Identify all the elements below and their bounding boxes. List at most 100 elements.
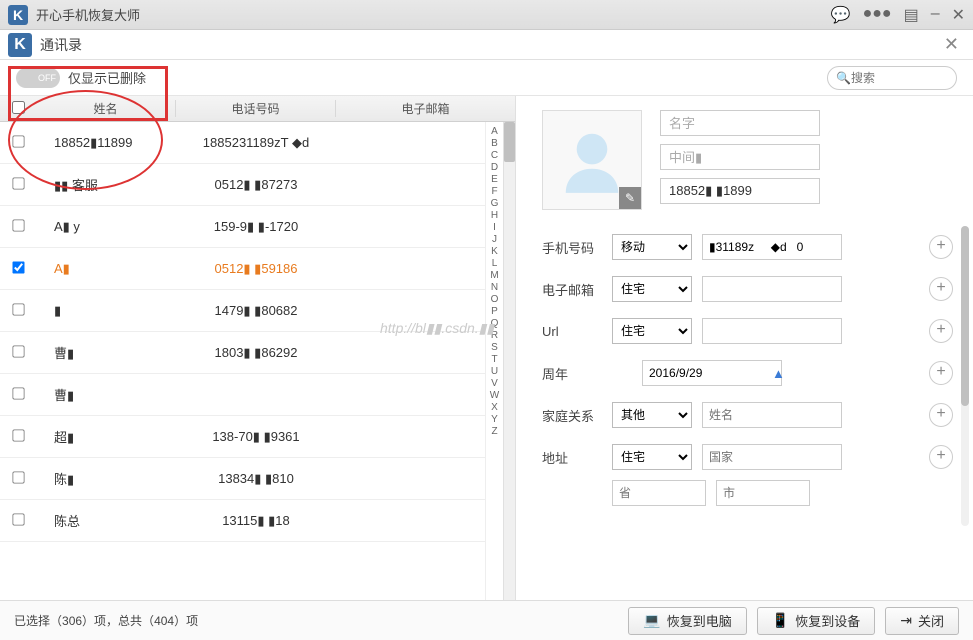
detail-scroll-thumb[interactable]: [961, 226, 969, 406]
family-type-select[interactable]: 其他: [612, 402, 692, 428]
az-letter[interactable]: F: [491, 186, 497, 197]
az-letter[interactable]: U: [491, 366, 498, 377]
add-url-button[interactable]: +: [929, 319, 953, 343]
row-phone: 13115▮ ▮18: [176, 513, 336, 529]
table-row[interactable]: A▮ y159-9▮ ▮-1720: [0, 206, 485, 248]
detail-panel: ✎ 手机号码 移动 + 电子邮箱 住宅 + Url: [516, 96, 973, 600]
az-letter[interactable]: T: [491, 354, 497, 365]
az-letter[interactable]: M: [490, 270, 498, 281]
az-letter[interactable]: D: [491, 162, 498, 173]
phone-type-select[interactable]: 移动: [612, 234, 692, 260]
email-value-input[interactable]: [702, 276, 842, 302]
phone-label: 手机号码: [542, 238, 602, 257]
table-row[interactable]: ▮1479▮ ▮80682: [0, 290, 485, 332]
table-row[interactable]: 超▮138-70▮ ▮9361: [0, 416, 485, 458]
row-checkbox[interactable]: [12, 219, 24, 231]
first-name-input[interactable]: [660, 110, 820, 136]
az-letter[interactable]: K: [491, 246, 498, 257]
date-stepper-icon[interactable]: ▲: [772, 366, 785, 381]
anniversary-date-input[interactable]: [642, 360, 782, 386]
last-name-input[interactable]: [660, 178, 820, 204]
table-row[interactable]: 陈▮13834▮ ▮810: [0, 458, 485, 500]
email-type-select[interactable]: 住宅: [612, 276, 692, 302]
az-letter[interactable]: V: [491, 378, 498, 389]
add-family-button[interactable]: +: [929, 403, 953, 427]
show-deleted-toggle[interactable]: OFF: [16, 68, 60, 88]
module-close-icon[interactable]: ✕: [938, 34, 965, 55]
table-row[interactable]: 18852▮118991885231189zT ◆d: [0, 122, 485, 164]
az-letter[interactable]: O: [491, 294, 499, 305]
address-type-select[interactable]: 住宅: [612, 444, 692, 470]
titlebar: K 开心手机恢复大师 💬 ●●● ▤ – ✕: [0, 0, 973, 30]
row-checkbox[interactable]: [12, 135, 24, 147]
az-letter[interactable]: J: [492, 234, 497, 245]
row-checkbox[interactable]: [12, 177, 24, 189]
add-anniversary-button[interactable]: +: [929, 361, 953, 385]
url-label: Url: [542, 324, 602, 339]
restore-to-pc-button[interactable]: 💻恢复到电脑: [628, 607, 746, 635]
address-province-input[interactable]: [612, 480, 706, 506]
phone-value-input[interactable]: [702, 234, 842, 260]
row-checkbox[interactable]: [12, 261, 24, 273]
add-address-button[interactable]: +: [929, 445, 953, 469]
az-letter[interactable]: B: [491, 138, 498, 149]
az-letter[interactable]: G: [491, 198, 499, 209]
az-letter[interactable]: Z: [491, 426, 497, 437]
detail-scrollbar[interactable]: [961, 226, 969, 526]
az-letter[interactable]: L: [492, 258, 498, 269]
table-row[interactable]: A▮0512▮ ▮59186: [0, 248, 485, 290]
select-all-checkbox[interactable]: [12, 101, 25, 114]
middle-name-input[interactable]: [660, 144, 820, 170]
list-scrollbar[interactable]: [503, 122, 515, 600]
add-phone-button[interactable]: +: [929, 235, 953, 259]
az-letter[interactable]: Y: [491, 414, 498, 425]
add-email-button[interactable]: +: [929, 277, 953, 301]
az-letter[interactable]: Q: [491, 318, 499, 329]
app-title: 开心手机恢复大师: [36, 5, 831, 24]
row-checkbox[interactable]: [12, 513, 24, 525]
az-letter[interactable]: W: [490, 390, 499, 401]
az-index[interactable]: ABCDEFGHIJKLMNOPQRSTUVWXYZ: [485, 122, 503, 600]
az-letter[interactable]: C: [491, 150, 498, 161]
minimize-icon[interactable]: –: [931, 5, 940, 25]
az-letter[interactable]: N: [491, 282, 498, 293]
family-name-input[interactable]: [702, 402, 842, 428]
restore-to-device-button[interactable]: 📱恢复到设备: [757, 607, 875, 635]
col-email[interactable]: 电子邮箱: [336, 100, 515, 117]
table-row[interactable]: 曹▮1803▮ ▮86292: [0, 332, 485, 374]
row-checkbox[interactable]: [12, 471, 24, 483]
row-checkbox[interactable]: [12, 429, 24, 441]
url-value-input[interactable]: [702, 318, 842, 344]
avatar[interactable]: ✎: [542, 110, 642, 210]
chat-icon[interactable]: ●●●: [863, 5, 892, 25]
az-letter[interactable]: H: [491, 210, 498, 221]
search-input[interactable]: [851, 71, 941, 85]
az-letter[interactable]: R: [491, 330, 498, 341]
row-checkbox[interactable]: [12, 345, 24, 357]
contacts-list[interactable]: 18852▮118991885231189zT ◆d▮▮ 客服0512▮ ▮87…: [0, 122, 485, 600]
row-checkbox[interactable]: [12, 303, 24, 315]
col-phone[interactable]: 电话号码: [176, 100, 336, 117]
az-letter[interactable]: P: [491, 306, 498, 317]
close-button[interactable]: ⇥关闭: [885, 607, 959, 635]
table-row[interactable]: 陈总13115▮ ▮18: [0, 500, 485, 542]
row-name: 18852▮11899: [36, 135, 176, 151]
az-letter[interactable]: A: [491, 126, 498, 137]
col-name[interactable]: 姓名: [36, 100, 176, 117]
table-row[interactable]: ▮▮ 客服0512▮ ▮87273: [0, 164, 485, 206]
az-letter[interactable]: S: [491, 342, 498, 353]
close-icon[interactable]: ✕: [952, 5, 965, 25]
address-city-input[interactable]: [716, 480, 810, 506]
wechat-icon[interactable]: 💬: [831, 5, 851, 25]
az-letter[interactable]: I: [493, 222, 496, 233]
az-letter[interactable]: E: [491, 174, 498, 185]
avatar-edit-icon[interactable]: ✎: [619, 187, 641, 209]
az-letter[interactable]: X: [491, 402, 498, 413]
search-box[interactable]: 🔍: [827, 66, 957, 90]
row-checkbox[interactable]: [12, 387, 24, 399]
address-country-input[interactable]: [702, 444, 842, 470]
scroll-thumb[interactable]: [504, 122, 515, 162]
url-type-select[interactable]: 住宅: [612, 318, 692, 344]
table-row[interactable]: 曹▮: [0, 374, 485, 416]
feedback-icon[interactable]: ▤: [904, 5, 919, 25]
